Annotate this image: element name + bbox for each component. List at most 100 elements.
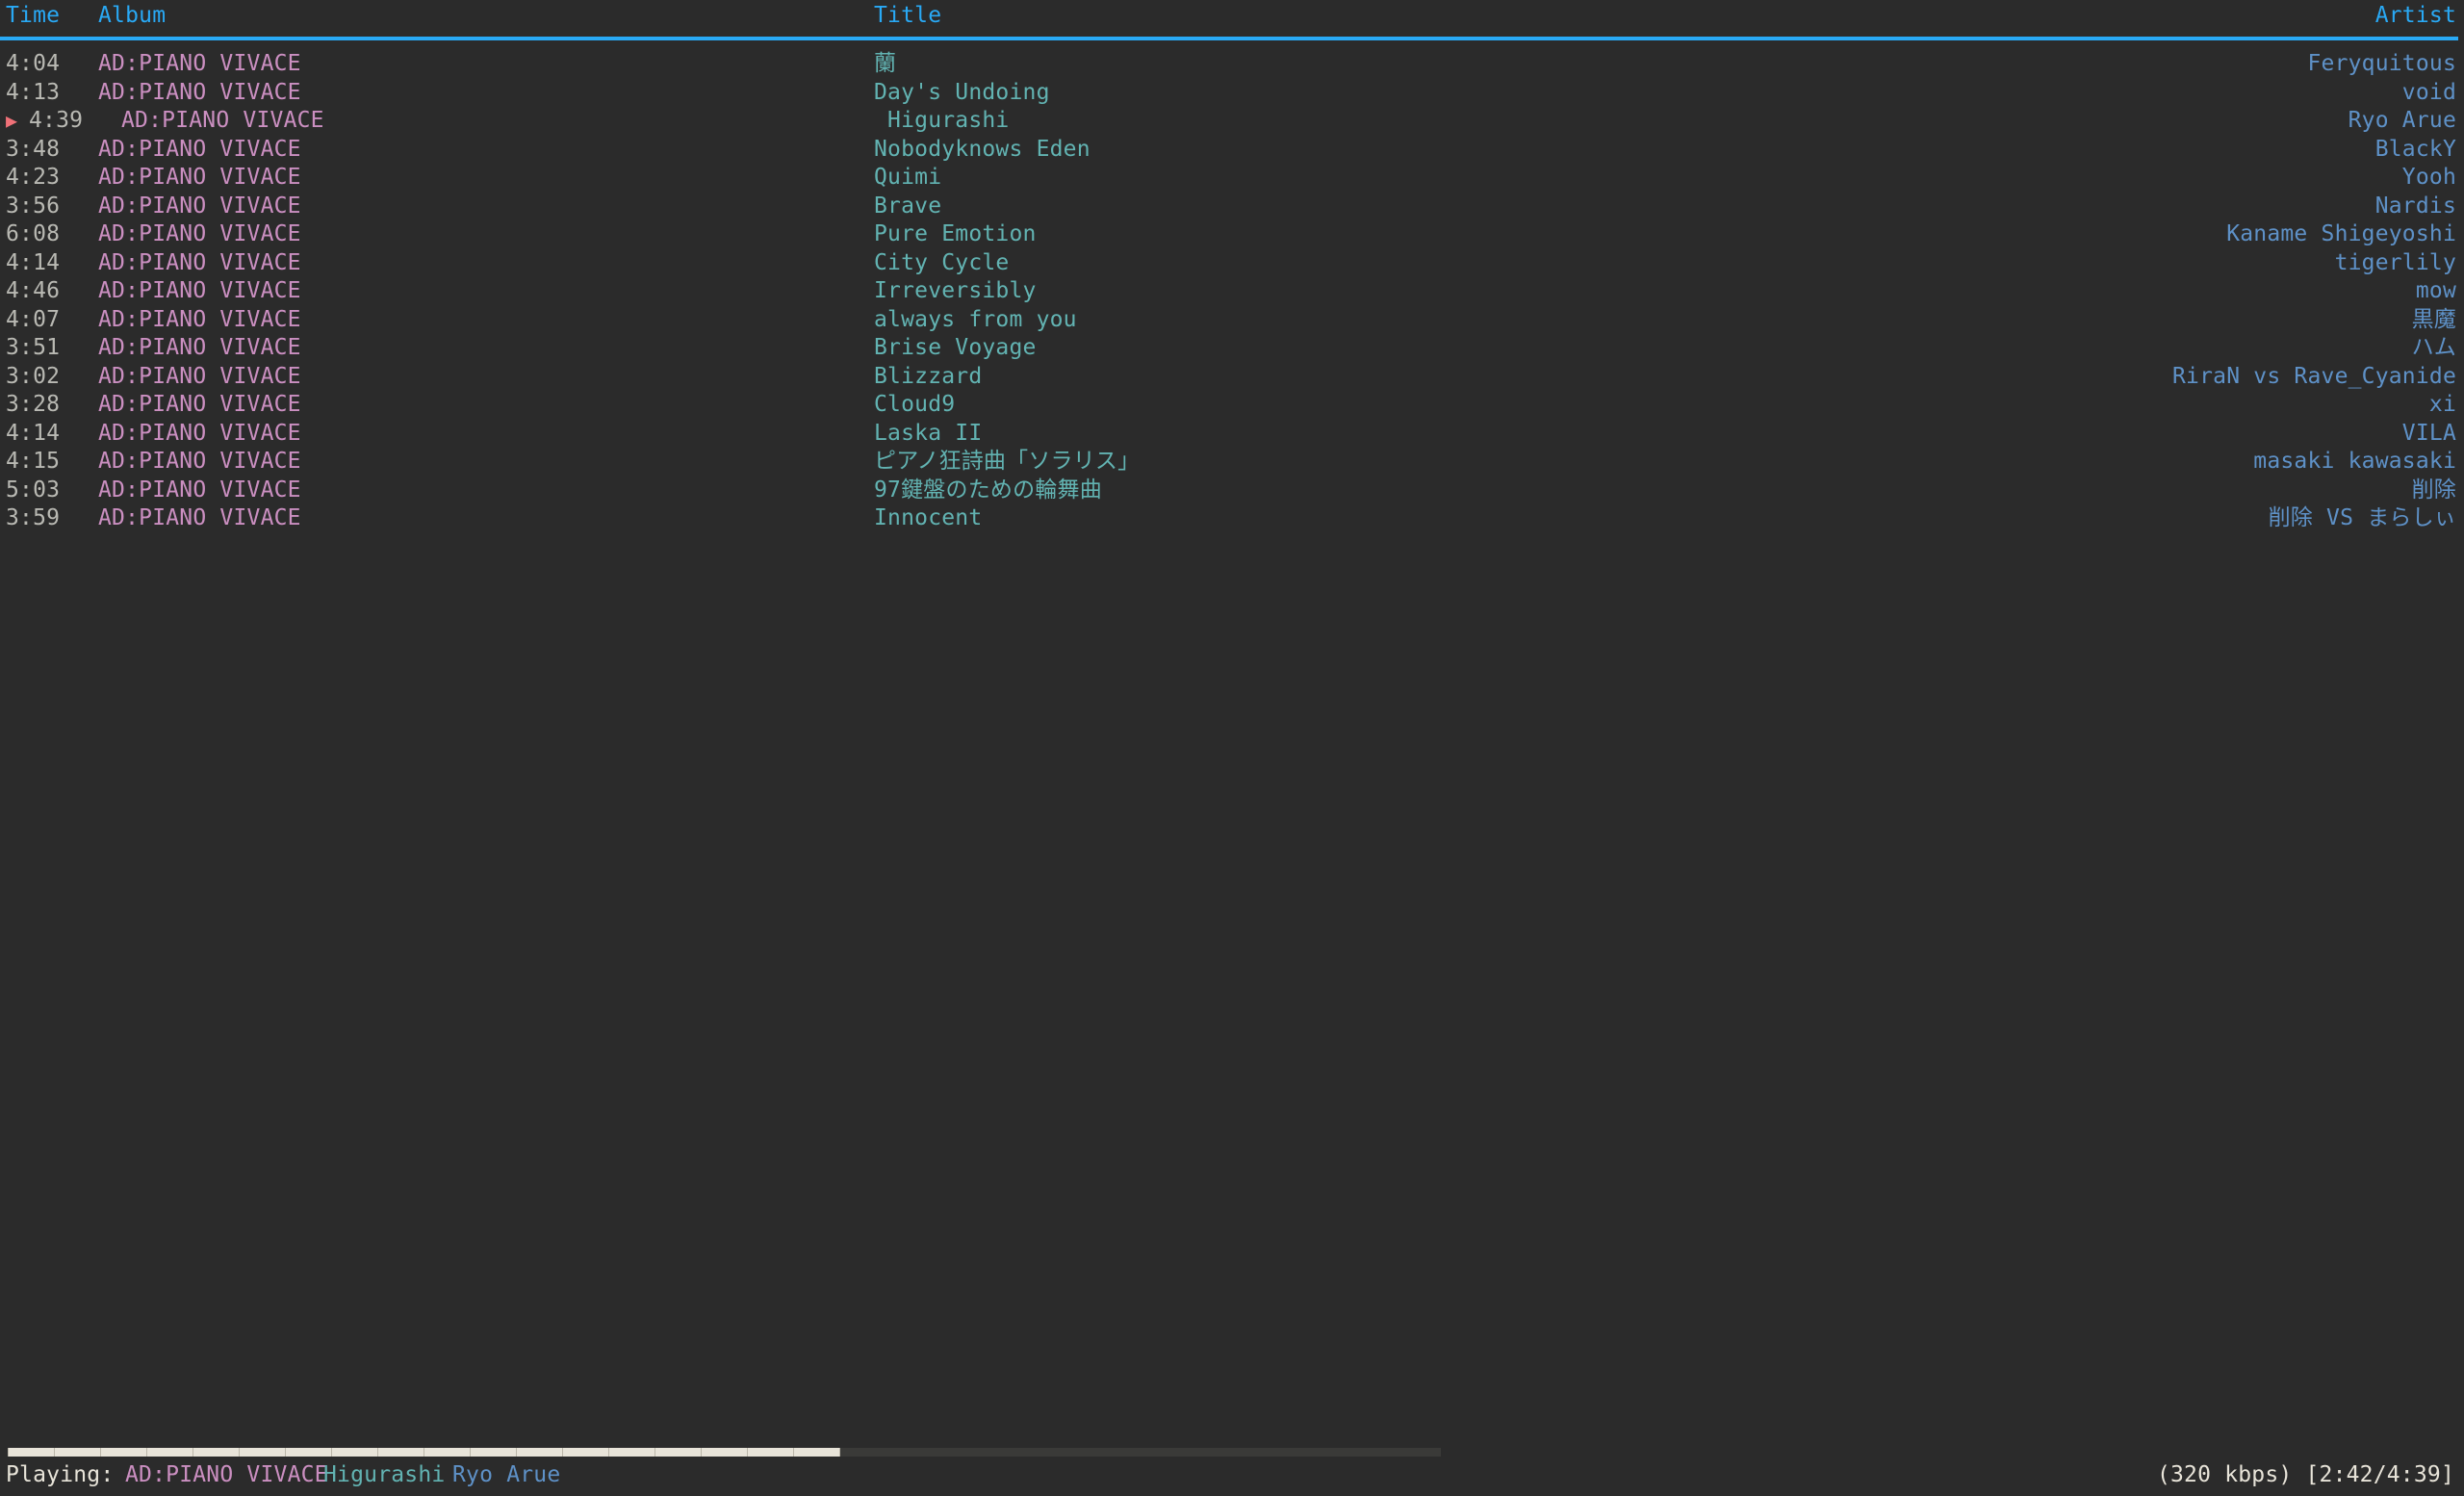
track-time: 4:07: [6, 306, 60, 335]
player-status-bar: Playing: AD:PIANO VIVACE Higurashi Ryo A…: [0, 1440, 2464, 1496]
header-separator-rule: [0, 37, 2458, 40]
track-title: Quimi: [874, 164, 941, 193]
track-row[interactable]: 4:04AD:PIANO VIVACE蘭Feryquitous: [0, 50, 2464, 79]
track-title: City Cycle: [874, 249, 1009, 278]
track-artist: RiraN vs Rave_Cyanide: [2172, 363, 2456, 392]
track-album: AD:PIANO VIVACE: [98, 249, 301, 278]
track-title: 97鍵盤のための輪舞曲: [874, 477, 1102, 505]
track-title: Nobodyknows Eden: [874, 136, 1091, 165]
track-row[interactable]: 6:08 AD:PIANO VIVACE Pure Emotion Kaname Sh…: [0, 220, 2464, 249]
track-row[interactable]: 5:03 AD:PIANO VIVACE 97鍵盤のための輪舞曲 削除: [0, 477, 2464, 505]
track-time: 3:48: [6, 136, 60, 165]
now-playing-album: AD:PIANO VIVACE: [125, 1461, 328, 1490]
track-album: AD:PIANO VIVACE: [98, 193, 301, 221]
track-row[interactable]: 4:13 AD:PIANO VIVACE Day's Undoing void: [0, 79, 2464, 108]
track-album: AD:PIANO VIVACE: [98, 334, 301, 363]
play-marker-icon: ▶: [6, 107, 27, 136]
track-artist: ハム: [2412, 334, 2456, 363]
track-artist: Feryquitous: [2307, 50, 2456, 79]
column-header-artist[interactable]: Artist: [2375, 2, 2456, 31]
track-row[interactable]: 3:02 AD:PIANO VIVACE Blizzard RiraN vs Rave…: [0, 363, 2464, 392]
track-title: Laska II: [874, 420, 982, 449]
bitrate-and-time-info: (320 kbps) [2:42/4:39]: [2157, 1461, 2454, 1490]
column-header-time[interactable]: Time: [6, 2, 60, 31]
track-time: 3:51: [6, 334, 60, 363]
track-artist: Kaname Shigeyoshi: [2226, 220, 2456, 249]
progress-bar-fill: [8, 1448, 840, 1457]
track-artist: BlackY: [2375, 136, 2456, 165]
track-title: Innocent: [874, 504, 982, 533]
track-title: Day's Undoing: [874, 79, 1050, 108]
track-list[interactable]: 4:04AD:PIANO VIVACE蘭Feryquitous4:13AD:PI…: [0, 50, 2464, 533]
progress-bar-track[interactable]: [8, 1448, 1441, 1457]
track-album: AD:PIANO VIVACE: [98, 306, 301, 335]
track-title: ピアノ狂詩曲「ソラリス」: [874, 448, 1140, 477]
track-artist: VILA: [2402, 420, 2456, 449]
track-album: AD:PIANO VIVACE: [98, 164, 301, 193]
track-album: AD:PIANO VIVACE: [98, 448, 301, 477]
track-title: Cloud9: [874, 391, 955, 420]
track-row[interactable]: 4:46 AD:PIANO VIVACE Irreversibly mow: [0, 277, 2464, 306]
track-time: 4:23: [6, 164, 60, 193]
track-title: always from you: [874, 306, 1077, 335]
track-album: AD:PIANO VIVACE: [98, 504, 301, 533]
track-artist: mow: [2416, 277, 2456, 306]
track-time: 4:14: [6, 249, 60, 278]
track-album: AD:PIANO VIVACE: [98, 363, 301, 392]
track-row[interactable]: 3:56 AD:PIANO VIVACE Brave Nardis: [0, 193, 2464, 221]
track-album: AD:PIANO VIVACE: [98, 391, 301, 420]
track-artist: Nardis: [2375, 193, 2456, 221]
track-row[interactable]: 3:59 AD:PIANO VIVACE Innocent 削除 VS まらしぃ: [0, 504, 2464, 533]
now-playing-line: Playing: AD:PIANO VIVACE Higurashi Ryo A…: [0, 1461, 2464, 1494]
track-row[interactable]: 4:07 AD:PIANO VIVACE always from you 黒魔: [0, 306, 2464, 335]
track-row[interactable]: 4:15 AD:PIANO VIVACE ピアノ狂詩曲「ソラリス」 masaki ka…: [0, 448, 2464, 477]
track-row[interactable]: ▶4:39 AD:PIANO VIVACE Higurashi Ryo Arue: [0, 107, 2464, 136]
track-time: 6:08: [6, 220, 60, 249]
track-title: Pure Emotion: [874, 220, 1037, 249]
track-artist: 削除 VS まらしぃ: [2269, 504, 2456, 533]
track-album: AD:PIANO VIVACE: [98, 220, 301, 249]
now-playing-artist: Ryo Arue: [452, 1461, 560, 1490]
track-row[interactable]: 4:14 AD:PIANO VIVACE Laska II VILA: [0, 420, 2464, 449]
track-time: 3:02: [6, 363, 60, 392]
track-album: AD:PIANO VIVACE: [98, 420, 301, 449]
track-row[interactable]: 4:14AD:PIANO VIVACECity Cycletigerlily: [0, 249, 2464, 278]
track-artist: Yooh: [2402, 164, 2456, 193]
music-player-window: Time Album Title Artist 4:04AD:PIANO VIV…: [0, 0, 2464, 1496]
column-header: Time Album Title Artist: [0, 0, 2464, 35]
track-album: AD:PIANO VIVACE: [98, 50, 301, 79]
playing-label: Playing:: [6, 1461, 114, 1490]
track-title: Brave: [874, 193, 941, 221]
track-row[interactable]: 3:51AD:PIANO VIVACEBrise Voyageハム: [0, 334, 2464, 363]
track-time: 5:03: [6, 477, 60, 505]
track-artist: masaki kawasaki: [2253, 448, 2456, 477]
track-time: 3:56: [6, 193, 60, 221]
track-row[interactable]: 3:48 AD:PIANO VIVACE Nobodyknows Eden Black…: [0, 136, 2464, 165]
track-title: Higurashi: [874, 107, 1009, 136]
track-time: 4:15: [6, 448, 60, 477]
track-album: AD:PIANO VIVACE: [121, 107, 324, 136]
now-playing-title: Higurashi: [323, 1461, 445, 1490]
track-album: AD:PIANO VIVACE: [98, 477, 301, 505]
track-time: 4:46: [6, 277, 60, 306]
track-time: 4:14: [6, 420, 60, 449]
track-artist: Ryo Arue: [2348, 107, 2456, 136]
track-time: 4:39: [29, 107, 83, 136]
track-row[interactable]: 3:28 AD:PIANO VIVACE Cloud9 xi: [0, 391, 2464, 420]
track-artist: xi: [2429, 391, 2456, 420]
track-album: AD:PIANO VIVACE: [98, 277, 301, 306]
track-title: 蘭: [874, 50, 896, 79]
track-artist: 削除: [2412, 477, 2456, 505]
track-time: 4:13: [6, 79, 60, 108]
track-album: AD:PIANO VIVACE: [98, 79, 301, 108]
track-time: 3:59: [6, 504, 60, 533]
track-artist: void: [2402, 79, 2456, 108]
track-artist: 黒魔: [2412, 306, 2456, 335]
track-title: Irreversibly: [874, 277, 1037, 306]
column-header-album[interactable]: Album: [98, 2, 166, 31]
track-row[interactable]: 4:23 AD:PIANO VIVACE Quimi Yooh: [0, 164, 2464, 193]
track-time: 3:28: [6, 391, 60, 420]
column-header-title[interactable]: Title: [874, 2, 941, 31]
track-album: AD:PIANO VIVACE: [98, 136, 301, 165]
track-title: Blizzard: [874, 363, 982, 392]
